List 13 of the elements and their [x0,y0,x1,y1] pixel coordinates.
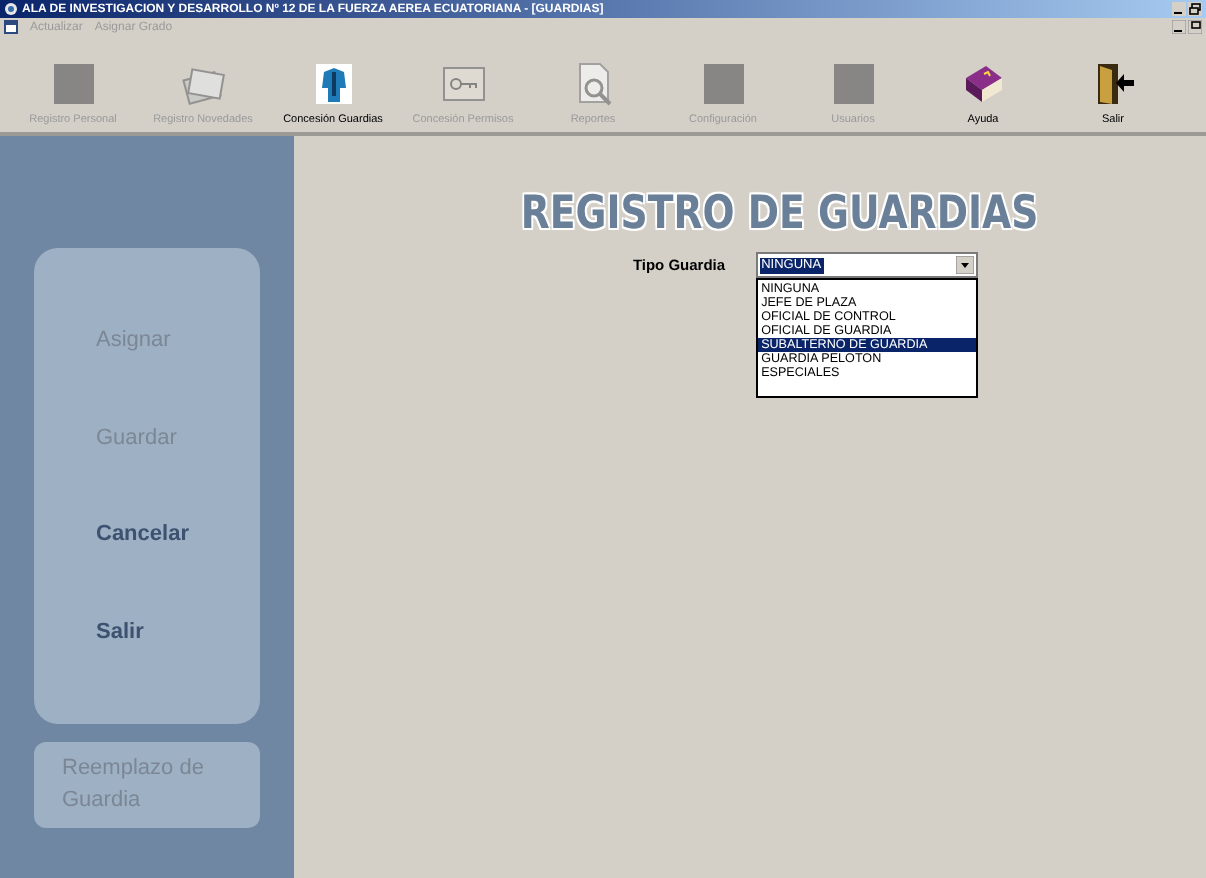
document-icon [4,20,18,34]
minimize-icon[interactable] [1172,2,1186,16]
restore-icon[interactable] [1188,2,1202,16]
square-icon [699,60,747,108]
restore-icon[interactable] [1188,20,1202,34]
square-icon [829,60,877,108]
square-icon [49,60,97,108]
action-button[interactable]: Cancelar [34,522,260,547]
minimize-icon[interactable] [1172,20,1186,34]
page-heading: REGISTRO DE GUARDIAS [521,188,1039,240]
app-icon [4,2,18,16]
action-button[interactable]: Salir [34,619,260,644]
dropdown-arrow-icon[interactable] [955,256,974,274]
